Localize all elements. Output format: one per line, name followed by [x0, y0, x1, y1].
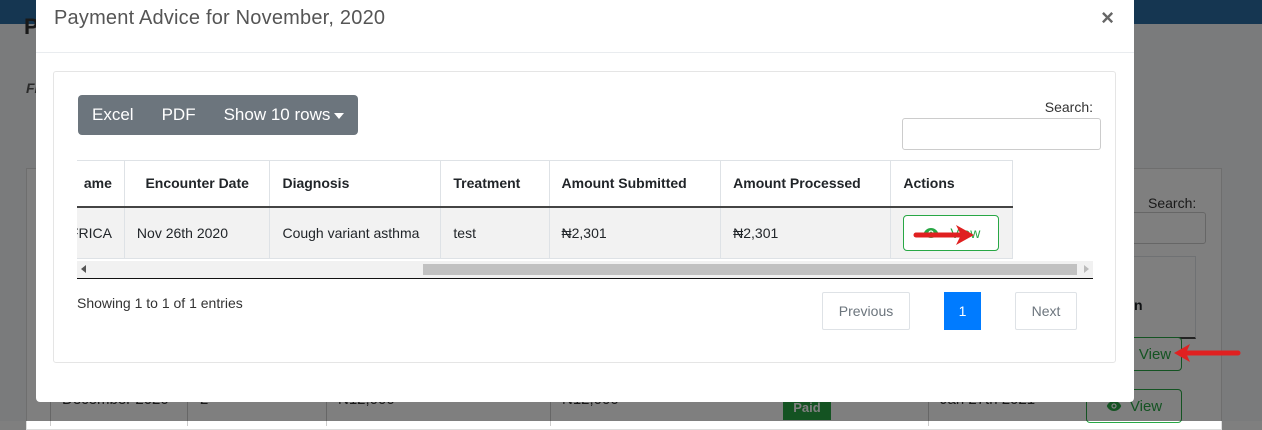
cell-treatment: test — [440, 206, 550, 259]
search-input[interactable] — [902, 118, 1101, 150]
show-rows-button[interactable]: Show 10 rows — [210, 95, 359, 135]
cell-encounter-date: Nov 26th 2020 — [123, 206, 271, 259]
export-button-group: Excel PDF Show 10 rows — [78, 95, 359, 135]
cell-diagnosis: Cough variant asthma — [269, 206, 442, 259]
modal-header: Payment Advice for November, 2020 × — [36, 0, 1134, 53]
column-header-encounter-date[interactable]: Encounter Date — [123, 160, 271, 208]
column-header-amount-submitted[interactable]: Amount Submitted — [548, 160, 722, 208]
cell-amount-processed: ₦2,301 — [720, 206, 892, 259]
caret-down-icon — [334, 113, 345, 119]
cell-name: H AFRICA — [77, 206, 125, 259]
red-arrow-icon — [1174, 344, 1241, 362]
column-header-diagnosis[interactable]: Diagnosis — [269, 160, 442, 208]
column-header-actions: Actions — [890, 160, 1013, 208]
table-bottom-border — [77, 278, 1093, 279]
search-label: Search: — [1044, 99, 1093, 115]
cell-amount-submitted: ₦2,301 — [548, 206, 722, 259]
payment-table: ame Encounter Date Diagnosis Treatment A… — [77, 160, 1013, 259]
scroll-right-icon[interactable] — [1084, 265, 1089, 273]
pdf-button[interactable]: PDF — [148, 95, 210, 135]
excel-button[interactable]: Excel — [78, 95, 148, 135]
table-row: H AFRICA Nov 26th 2020 Cough variant ast… — [77, 206, 1013, 259]
column-header-treatment[interactable]: Treatment — [440, 160, 550, 208]
red-arrow-icon — [913, 225, 974, 245]
column-header-amount-processed[interactable]: Amount Processed — [720, 160, 892, 208]
close-icon[interactable]: × — [1101, 5, 1114, 31]
pagination-previous[interactable]: Previous — [822, 292, 910, 330]
table-info: Showing 1 to 1 of 1 entries — [77, 295, 243, 311]
table-header-row: ame Encounter Date Diagnosis Treatment A… — [77, 160, 1013, 208]
scroll-left-icon[interactable] — [81, 265, 86, 273]
modal-title: Payment Advice for November, 2020 — [54, 7, 386, 29]
horizontal-scrollbar[interactable] — [77, 261, 1093, 278]
pagination-next[interactable]: Next — [1015, 292, 1077, 330]
table-panel: Excel PDF Show 10 rows Search: ame Encou… — [53, 71, 1116, 363]
scrollbar-thumb[interactable] — [423, 264, 1077, 275]
payment-advice-modal: Payment Advice for November, 2020 × Exce… — [36, 0, 1134, 402]
column-header-name[interactable]: ame — [77, 160, 125, 208]
pagination-page-1[interactable]: 1 — [944, 292, 981, 330]
